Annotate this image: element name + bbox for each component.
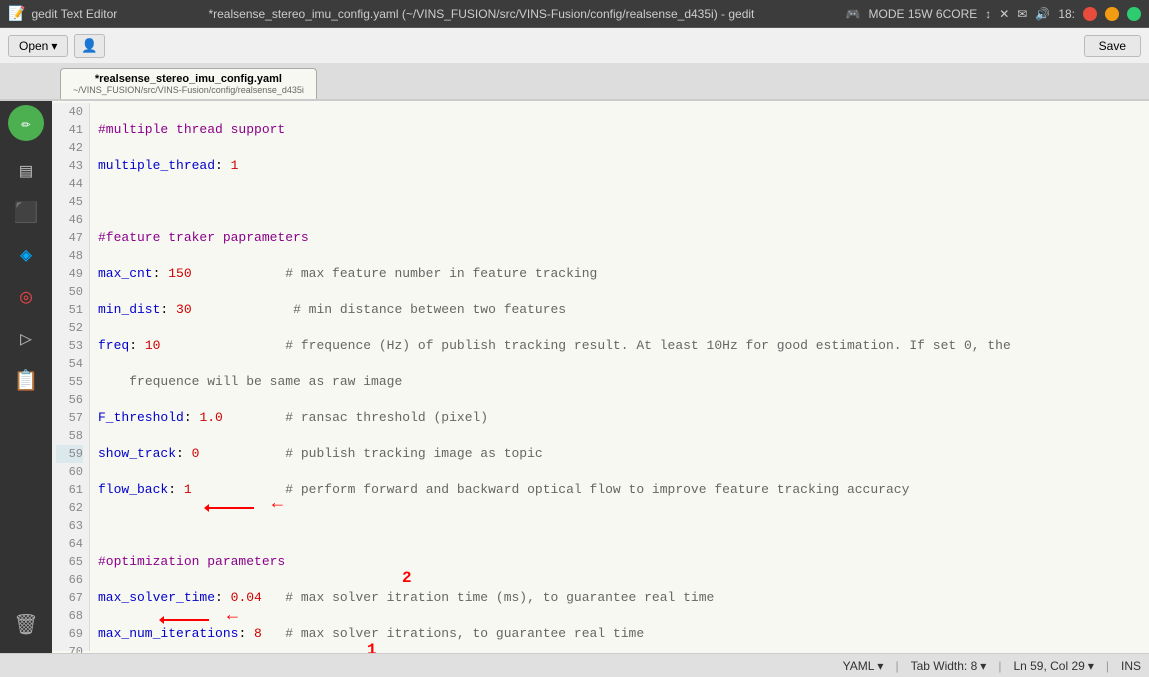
- sidebar-icon-terminal[interactable]: ⬛: [6, 193, 46, 233]
- close-system-icon: ✕: [999, 7, 1009, 21]
- format-selector[interactable]: YAML ▾: [843, 659, 884, 673]
- open-button[interactable]: Open ▾: [8, 35, 68, 57]
- mode-label: INS: [1121, 659, 1141, 673]
- sidebar-icon-browser[interactable]: ◎: [6, 277, 46, 317]
- format-chevron: ▾: [877, 659, 883, 673]
- volume-icon: 🔊: [1035, 7, 1050, 21]
- separator2: |: [998, 659, 1001, 673]
- app-icon: 📝: [8, 5, 25, 22]
- annotation-num1: 1: [367, 641, 377, 653]
- annotation-arrow-gnorm: ←: [272, 494, 283, 514]
- status-bar: YAML ▾ | Tab Width: 8 ▾ | Ln 59, Col 29 …: [0, 653, 1149, 677]
- line-numbers: 40 41 42 43 44 45 46 47 48 49 50 51 52 5…: [52, 103, 90, 651]
- open-label: Open: [19, 39, 48, 53]
- mode-label: MODE 15W 6CORE: [869, 7, 978, 21]
- main-area: ✏ ▤ ⬛ ◈ ◎ ▷ 📋 🗑 40 41 42 43 44 45 46 47 …: [0, 101, 1149, 653]
- editor-area[interactable]: 40 41 42 43 44 45 46 47 48 49 50 51 52 5…: [52, 101, 1149, 653]
- ins-mode: INS: [1121, 659, 1141, 673]
- position-label: Ln 59, Col 29: [1013, 659, 1084, 673]
- sidebar-icon-files[interactable]: ▤: [6, 151, 46, 191]
- separator3: |: [1106, 659, 1109, 673]
- tab-subtitle: ~/VINS_FUSION/src/VINS-Fusion/config/rea…: [73, 85, 304, 95]
- tab-width-label: Tab Width: 8: [911, 659, 978, 673]
- annotation-num2: 2: [402, 569, 412, 587]
- time-label: 18:: [1058, 7, 1075, 21]
- title-bar: 📝 gedit Text Editor *realsense_stereo_im…: [0, 0, 1149, 28]
- title-bar-controls: 🎮 MODE 15W 6CORE ↕ ✕ ✉ 🔊 18:: [846, 7, 1141, 21]
- sidebar: ✏ ▤ ⬛ ◈ ◎ ▷ 📋 🗑: [0, 101, 52, 653]
- window-max-btn[interactable]: [1127, 7, 1141, 21]
- sidebar-icon-gedit[interactable]: ✏: [8, 105, 44, 141]
- active-tab[interactable]: *realsense_stereo_imu_config.yaml ~/VINS…: [60, 68, 317, 99]
- tab-bar: *realsense_stereo_imu_config.yaml ~/VINS…: [0, 64, 1149, 100]
- tab-width-chevron: ▾: [980, 659, 986, 673]
- network-icon: ↕: [985, 7, 991, 21]
- position-selector[interactable]: Ln 59, Col 29 ▾: [1013, 659, 1093, 673]
- tab-title: *realsense_stereo_imu_config.yaml: [95, 73, 282, 85]
- title-bar-left: 📝 gedit Text Editor: [8, 5, 117, 22]
- mail-icon: ✉: [1017, 7, 1027, 21]
- app-name: gedit Text Editor: [31, 7, 117, 21]
- chevron-down-icon: ▾: [51, 39, 57, 53]
- tab-width-selector[interactable]: Tab Width: 8 ▾: [911, 659, 987, 673]
- sidebar-icon-notes[interactable]: 📋: [6, 361, 46, 401]
- save-button[interactable]: Save: [1084, 35, 1141, 57]
- code-area[interactable]: 40 41 42 43 44 45 46 47 48 49 50 51 52 5…: [52, 101, 1149, 653]
- sidebar-icon-trash[interactable]: 🗑: [6, 605, 46, 645]
- toolbar: Open ▾ 👤 Save: [0, 28, 1149, 64]
- gpu-icon: 🎮: [846, 7, 861, 21]
- window-min-btn[interactable]: [1105, 7, 1119, 21]
- separator1: |: [895, 659, 898, 673]
- format-label: YAML: [843, 659, 875, 673]
- sidebar-icon-console[interactable]: ▷: [6, 319, 46, 359]
- window-close-btn[interactable]: [1083, 7, 1097, 21]
- sidebar-icon-vscode[interactable]: ◈: [6, 235, 46, 275]
- title-bar-title: *realsense_stereo_imu_config.yaml (~/VIN…: [208, 7, 754, 21]
- annotation-arrow-td: ←: [227, 606, 238, 626]
- profile-icon: 👤: [81, 38, 98, 53]
- code-content[interactable]: #multiple thread support multiple_thread…: [90, 103, 1149, 651]
- position-chevron: ▾: [1088, 659, 1094, 673]
- profile-button[interactable]: 👤: [74, 34, 105, 58]
